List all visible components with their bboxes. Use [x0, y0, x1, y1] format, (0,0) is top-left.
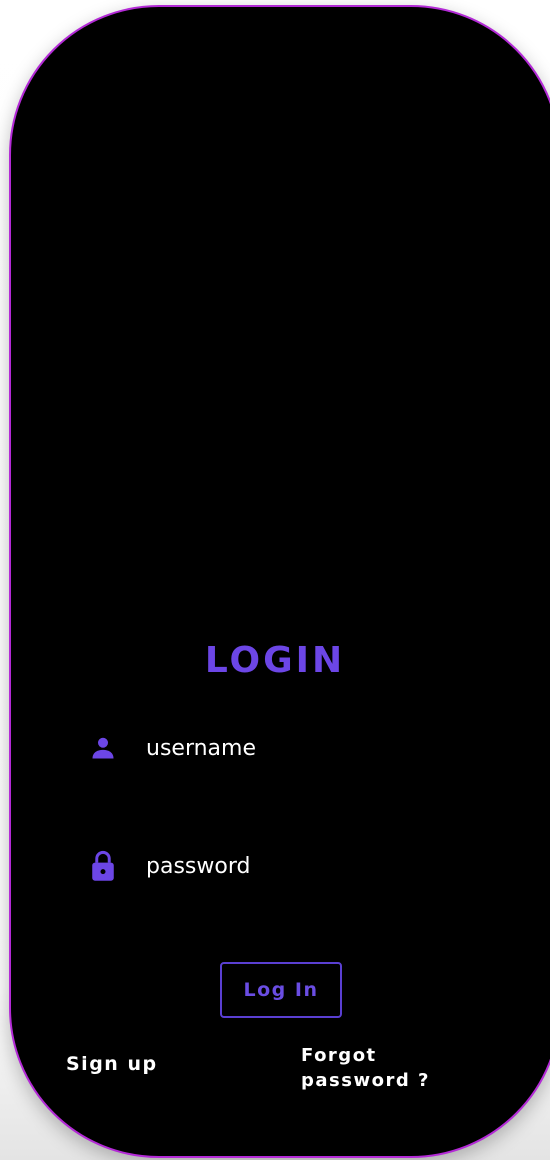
- lock-icon: [88, 849, 118, 883]
- forgot-password-link[interactable]: Forgot password ?: [301, 1043, 471, 1093]
- person-icon: [88, 731, 118, 765]
- login-title: LOGIN: [204, 640, 346, 681]
- username-input[interactable]: [146, 728, 468, 768]
- signup-link[interactable]: Sign up: [66, 1053, 158, 1075]
- login-button[interactable]: Log In: [220, 962, 342, 1018]
- username-field: [88, 726, 468, 770]
- password-field: [88, 844, 468, 888]
- password-input[interactable]: [146, 846, 468, 886]
